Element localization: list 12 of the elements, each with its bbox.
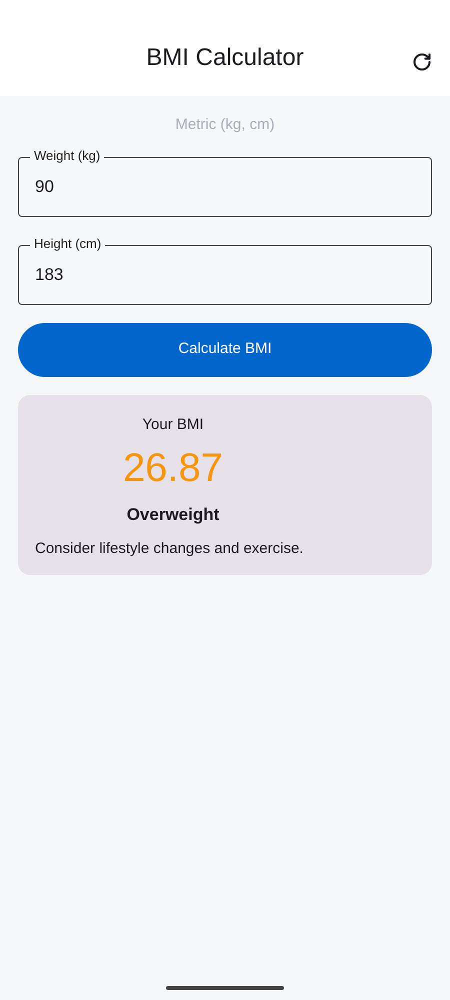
field-label: Weight (kg) (30, 148, 104, 164)
advice-text: Consider lifestyle changes and exercise. (35, 538, 304, 558)
refresh-icon[interactable] (412, 52, 432, 72)
app-title: BMI Calculator (146, 43, 304, 73)
field-label: Height (cm) (30, 236, 106, 252)
bmi-category: Overweight (126, 504, 220, 526)
result-heading: Your BMI (142, 414, 204, 434)
unit-label: Metric (kg, cm) (175, 115, 275, 135)
field-value: 183 (35, 264, 64, 286)
field-value: 90 (35, 176, 54, 198)
bmi-value: 26.87 (122, 445, 224, 492)
calculate-button[interactable]: Calculate BMI (18, 322, 432, 376)
